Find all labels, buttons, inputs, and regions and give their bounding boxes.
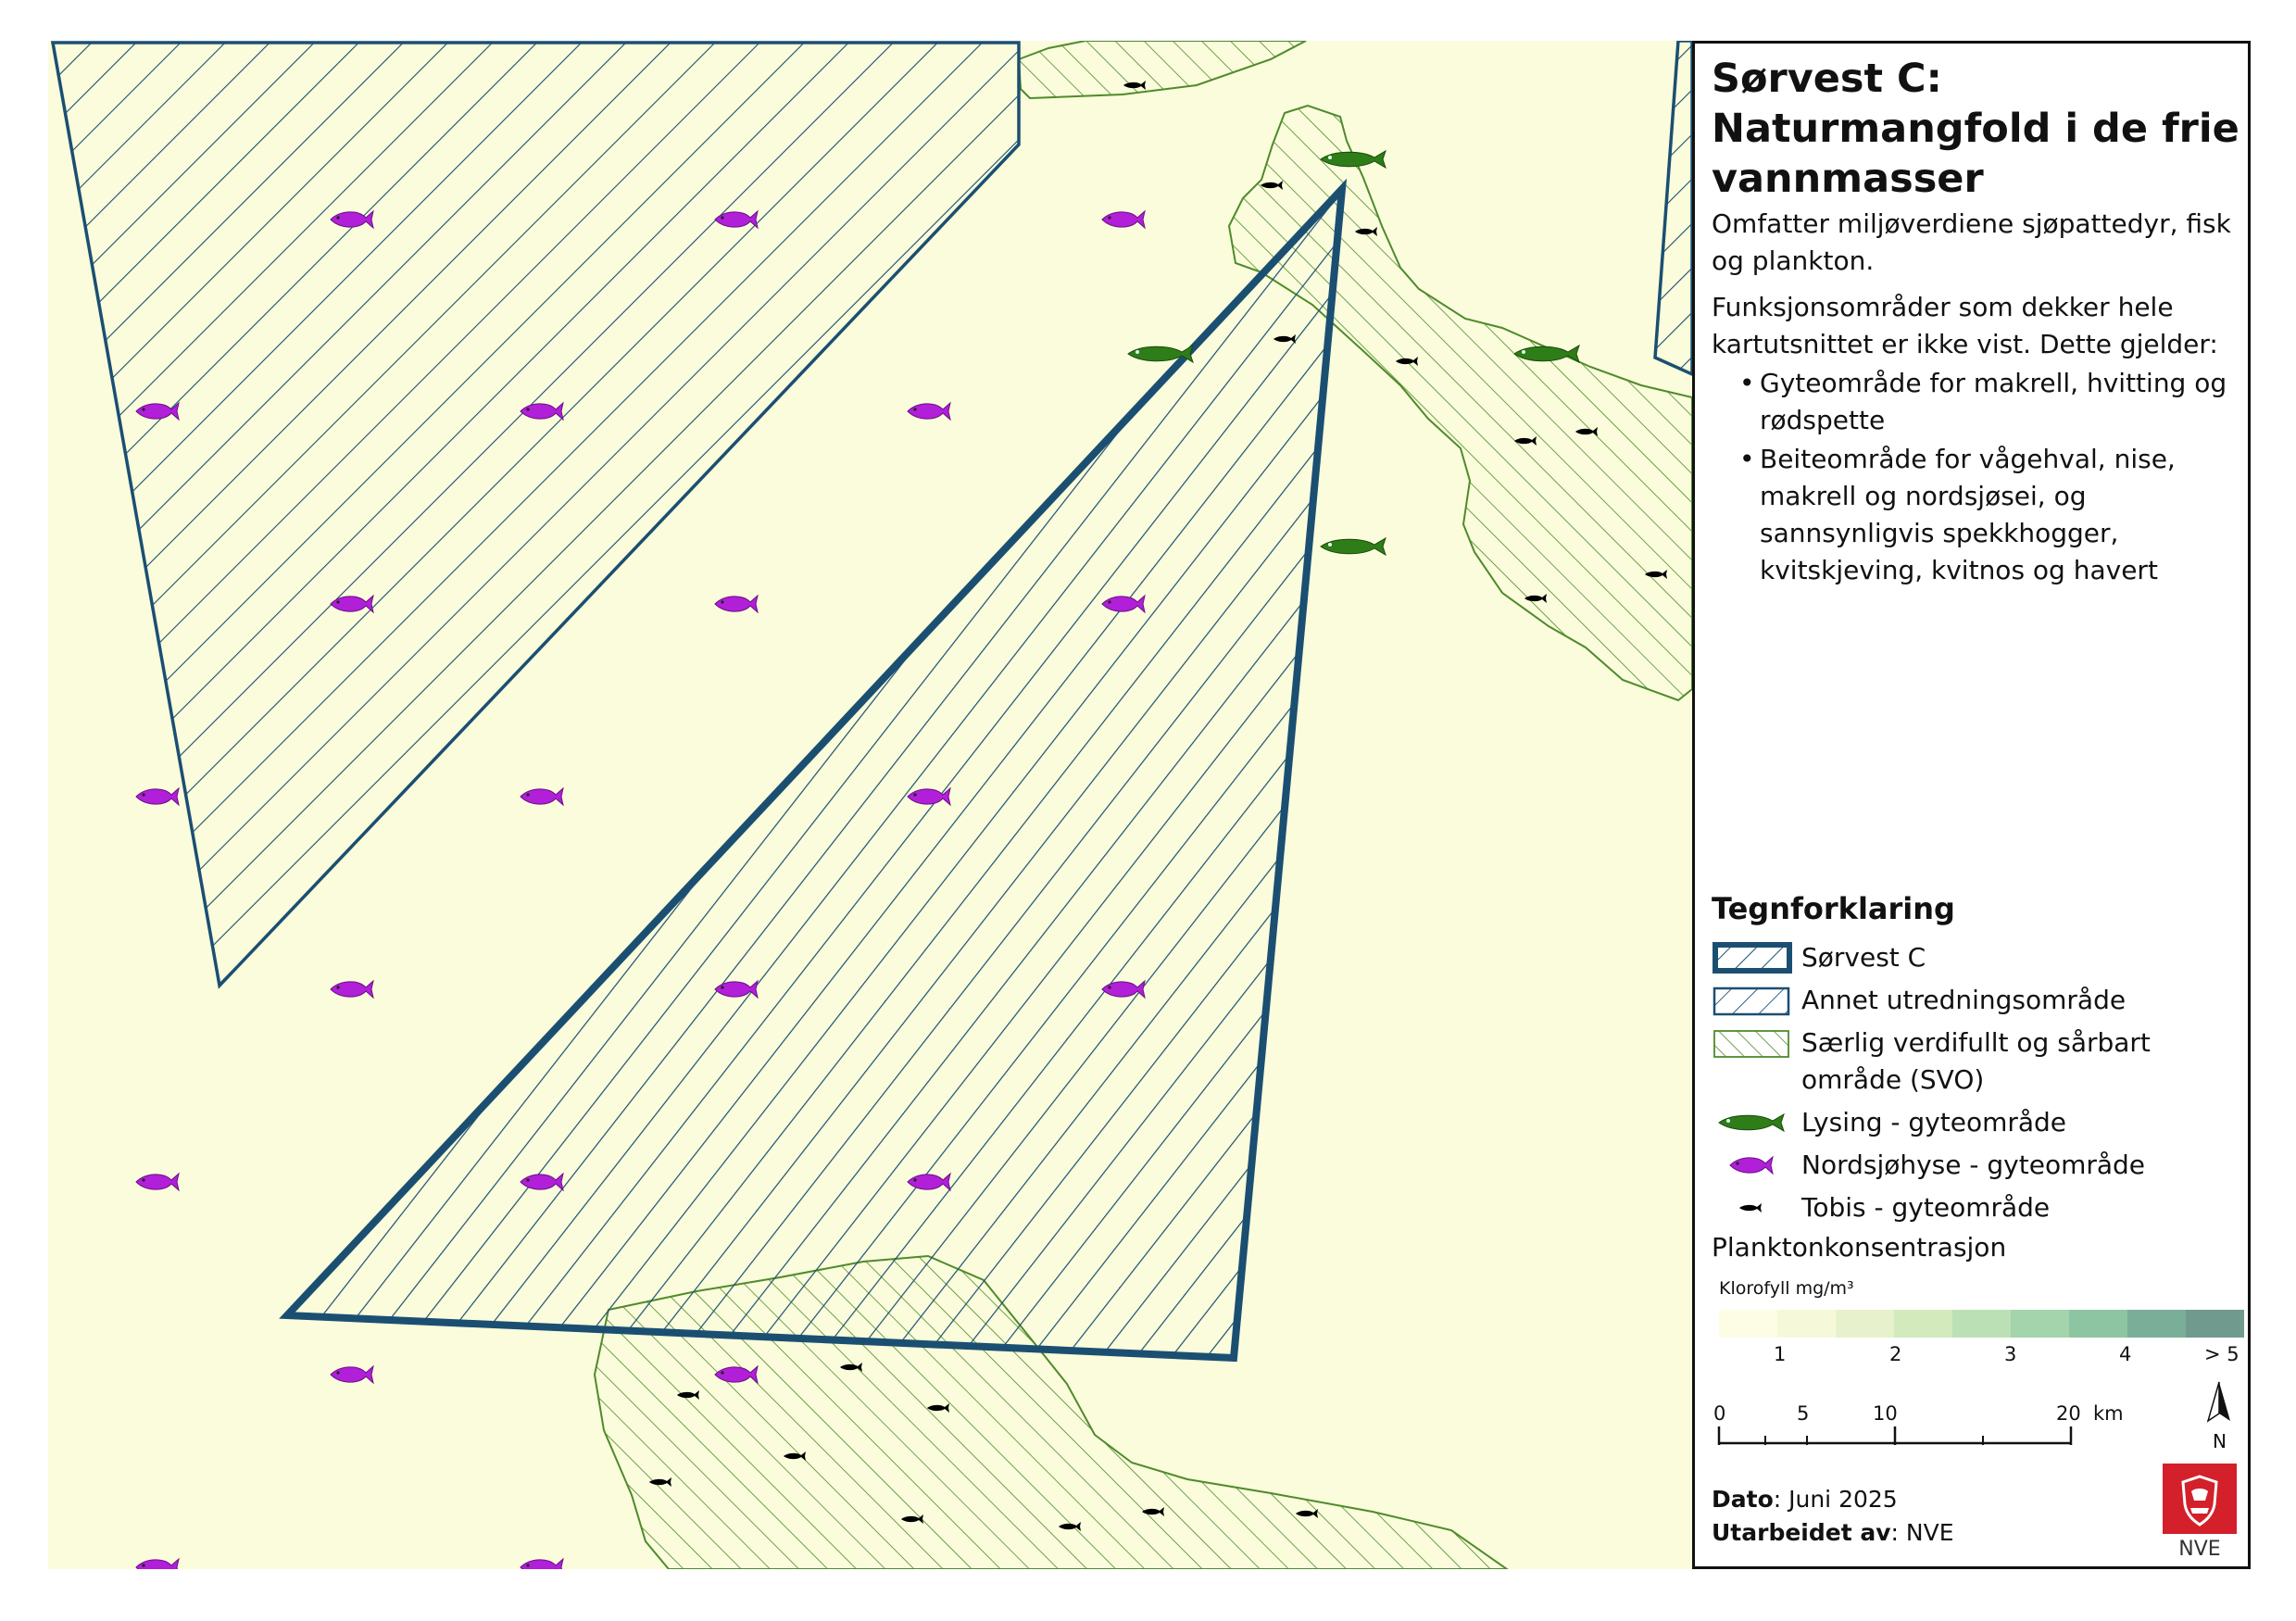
author-value: : NVE — [1890, 1519, 1954, 1546]
list-item: Beiteområde for vågehval, nise, makrell … — [1712, 441, 2240, 589]
info-panel: Sørvest C: Naturmangfold i de frie vannm… — [1692, 41, 2251, 1569]
date-value: : Juni 2025 — [1773, 1486, 1898, 1513]
ramp-label: 3 — [2004, 1343, 2017, 1365]
author-label: Utarbeidet av — [1712, 1519, 1891, 1546]
legend-item-tobis: Tobis - gyteområde — [1712, 1189, 2244, 1232]
scalebar-label: 5 — [1797, 1402, 1810, 1425]
ramp-swatch — [1894, 1310, 1952, 1338]
legend-label: Nordsjøhyse - gyteområde — [1801, 1150, 2146, 1180]
ramp-swatch — [2069, 1310, 2127, 1338]
legend-label: Tobis - gyteområde — [1801, 1192, 2051, 1223]
nve-logo: NVE — [2163, 1464, 2237, 1561]
logo-text: NVE — [2178, 1538, 2221, 1561]
legend-title: Tegnforklaring — [1712, 891, 1955, 926]
scalebar-label: 10 — [1873, 1402, 1898, 1425]
plankton-color-ramp — [1719, 1310, 2244, 1338]
scalebar-label: 0 — [1713, 1402, 1726, 1425]
ramp-swatch — [2186, 1310, 2244, 1338]
plankton-title: Planktonkonsentrasjon — [1712, 1232, 2007, 1263]
ramp-swatch — [2127, 1310, 2186, 1338]
scalebar-label: 20 — [2056, 1402, 2081, 1425]
legend-item-sorvest-c: Sørvest C — [1712, 939, 2244, 982]
nve-logo-icon — [2163, 1464, 2237, 1534]
map-title: Sørvest C: Naturmangfold i de frie vannm… — [1712, 56, 2240, 202]
legend-label: Særlig verdifullt og sårbart område (SVO… — [1801, 1027, 2151, 1095]
ramp-label: > 5 — [2204, 1343, 2240, 1365]
legend-label: Lysing - gyteområde — [1801, 1107, 2067, 1137]
ramp-swatch — [1952, 1310, 2011, 1338]
ramp-swatch — [1836, 1310, 1894, 1338]
list-item: Gyteområde for makrell, hvitting og røds… — [1712, 365, 2240, 439]
functional-areas-intro: Funksjonsområder som dekker hele kartuts… — [1712, 292, 2218, 359]
legend-item-nordsjohyse: Nordsjøhyse - gyteområde — [1712, 1147, 2244, 1189]
functional-areas-list: Gyteområde for makrell, hvitting og røds… — [1712, 365, 2240, 591]
scalebar-unit: km — [2093, 1402, 2124, 1425]
map-canvas[interactable] — [48, 41, 1692, 1569]
legend-label: Sørvest C — [1801, 942, 1926, 973]
north-label: N — [2213, 1430, 2227, 1452]
author-line: Utarbeidet av: NVE — [1712, 1519, 1954, 1546]
legend-item-lysing: Lysing - gyteområde — [1712, 1104, 2244, 1147]
date-label: Dato — [1712, 1486, 1774, 1513]
ramp-swatch — [1719, 1310, 1777, 1338]
ramp-label: 2 — [1889, 1343, 1902, 1365]
description-text: Omfatter miljøverdiene sjøpattedyr, fisk… — [1712, 208, 2231, 276]
legend-item-svo: Særlig verdifullt og sårbart område (SVO… — [1712, 1024, 2244, 1104]
legend-label: Annet utredningsområde — [1801, 985, 2127, 1015]
plankton-unit: Klorofyll mg/m³ — [1719, 1278, 1854, 1299]
ramp-label: 4 — [2119, 1343, 2132, 1365]
legend-item-other-area: Annet utredningsområde — [1712, 982, 2244, 1024]
ramp-swatch — [1777, 1310, 1836, 1338]
ramp-label: 1 — [1774, 1343, 1787, 1365]
ramp-swatch — [2011, 1310, 2069, 1338]
scalebar — [1717, 1426, 2073, 1445]
date-line: Dato: Juni 2025 — [1712, 1486, 1898, 1513]
